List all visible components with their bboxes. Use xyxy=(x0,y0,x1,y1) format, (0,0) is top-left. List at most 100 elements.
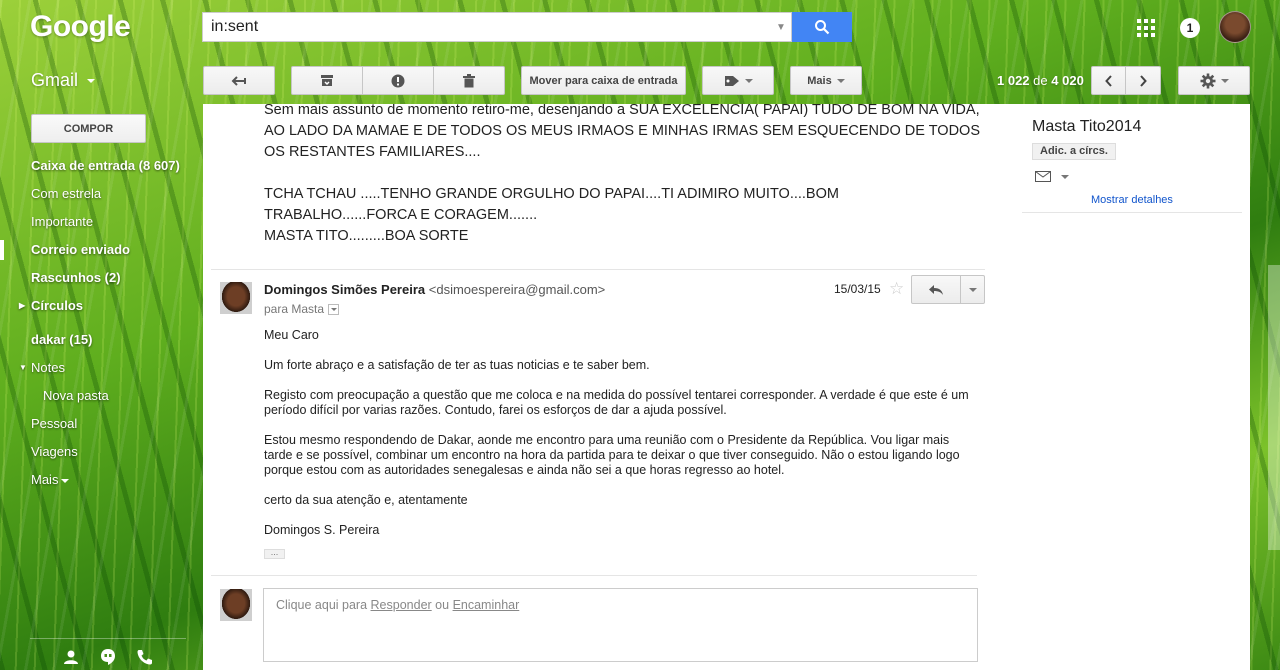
collapse-triangle-icon[interactable]: ▼ xyxy=(19,354,27,382)
sidebar-item-label: dakar (15) xyxy=(31,332,93,347)
chevron-down-icon xyxy=(744,78,753,83)
quick-reply-box[interactable]: Clique aqui para Responder ou Encaminhar xyxy=(263,588,978,662)
sidebar-item-nova-pasta[interactable]: Nova pasta xyxy=(0,382,200,410)
sidebar-item-label: Viagens xyxy=(31,444,78,459)
sidebar-item-inbox[interactable]: Caixa de entrada (8 607) xyxy=(0,152,200,180)
show-trimmed-content-button[interactable]: ... xyxy=(264,548,285,559)
envelope-icon[interactable] xyxy=(1035,171,1051,182)
recipient-text: para Masta xyxy=(264,302,325,316)
google-logo[interactable]: Google xyxy=(30,10,131,44)
current-user-avatar xyxy=(220,589,252,621)
search-options-caret-icon[interactable]: ▼ xyxy=(771,22,791,33)
forward-link[interactable]: Encaminhar xyxy=(453,598,520,612)
message-paragraph: certo da sua atenção e, atentamente xyxy=(264,493,468,507)
chevron-left-icon xyxy=(1104,74,1112,87)
sidebar-item-starred[interactable]: Com estrela xyxy=(0,180,200,208)
message-separator xyxy=(211,269,985,270)
sidebar-item-dakar[interactable]: dakar (15) xyxy=(0,326,200,354)
back-button[interactable] xyxy=(203,66,275,95)
search-button[interactable] xyxy=(792,12,852,42)
delete-button[interactable] xyxy=(434,66,505,95)
sidebar-item-label: Com estrela xyxy=(31,186,102,201)
sidebar-item-label: Correio enviado xyxy=(31,242,130,257)
sidebar-item-drafts[interactable]: Rascunhos (2) xyxy=(0,264,200,292)
reply-arrow-icon xyxy=(929,284,943,295)
message-paragraph: Meu Caro xyxy=(264,328,319,342)
show-details-caret[interactable] xyxy=(328,303,340,315)
reply-prefix: Clique aqui para xyxy=(276,598,368,612)
chevron-down-icon xyxy=(1220,78,1229,83)
sidebar-item-label: Caixa de entrada (8 607) xyxy=(31,158,180,173)
sender-avatar[interactable] xyxy=(220,282,252,314)
more-label: Mais xyxy=(807,74,832,87)
chevron-down-icon[interactable] xyxy=(1061,174,1069,179)
chevron-right-icon xyxy=(1140,74,1147,87)
settings-button[interactable] xyxy=(1178,66,1250,95)
apps-grid-icon[interactable] xyxy=(1137,19,1155,37)
pagination-group xyxy=(1091,66,1161,95)
search-input[interactable] xyxy=(203,13,771,41)
older-button[interactable] xyxy=(1126,66,1161,95)
add-to-circles-button[interactable]: Adic. a círcs. xyxy=(1032,143,1116,160)
contacts-person-icon[interactable] xyxy=(62,648,80,666)
show-details-link[interactable]: Mostrar detalhes xyxy=(1091,194,1173,206)
reply-options-button[interactable] xyxy=(961,275,985,304)
sidebar-item-sent[interactable]: Correio enviado xyxy=(0,236,200,264)
recipient-line: para Masta xyxy=(264,302,340,316)
expand-triangle-icon[interactable]: ▶ xyxy=(19,292,25,320)
sidebar-item-label: Círculos xyxy=(31,298,84,313)
sidebar-item-important[interactable]: Importante xyxy=(0,208,200,236)
report-spam-button[interactable] xyxy=(363,66,434,95)
message-paragraph: Domingos S. Pereira xyxy=(264,523,380,537)
hangouts-icon[interactable] xyxy=(99,648,117,666)
gmail-menu[interactable]: Gmail xyxy=(31,70,96,91)
sidebar-item-circles[interactable]: ▶ Círculos xyxy=(0,292,200,320)
sidebar-item-label: Importante xyxy=(31,214,94,229)
count-range: 1 022 xyxy=(997,73,1030,88)
account-avatar[interactable] xyxy=(1219,11,1251,43)
sidebar-item-label: Notes xyxy=(31,360,65,375)
sidebar-item-notes[interactable]: ▼ Notes xyxy=(0,354,200,382)
sender-email: <dsimoespereira@gmail.com> xyxy=(428,282,606,297)
sidebar-item-more[interactable]: Mais xyxy=(0,466,200,494)
sidebar-item-pessoal[interactable]: Pessoal xyxy=(0,410,200,438)
message-separator xyxy=(211,575,977,576)
sidebar-item-viagens[interactable]: Viagens xyxy=(0,438,200,466)
chevron-down-icon xyxy=(61,478,70,483)
compose-button[interactable]: COMPOR xyxy=(31,114,146,143)
contact-mail-actions xyxy=(1035,171,1069,182)
archive-button[interactable] xyxy=(291,66,363,95)
count-total: 4 020 xyxy=(1051,73,1084,88)
newer-button[interactable] xyxy=(1091,66,1126,95)
sidebar-item-label: Nova pasta xyxy=(43,388,109,403)
archive-icon xyxy=(321,75,333,86)
sender-name[interactable]: Domingos Simões Pereira xyxy=(264,282,425,297)
message-body: Meu Caro Um forte abraço e a satisfação … xyxy=(264,328,974,553)
chevron-down-icon xyxy=(330,307,337,311)
gmail-label: Gmail xyxy=(31,70,79,90)
labels-button[interactable] xyxy=(702,66,774,95)
contact-panel-separator xyxy=(1022,212,1242,213)
reply-link[interactable]: Responder xyxy=(371,598,432,612)
chevron-down-icon xyxy=(836,78,845,83)
sidebar-bottom-icons xyxy=(62,648,154,666)
previous-message-body: Sem mais assunto de momento retiro-me, d… xyxy=(264,104,981,244)
reply-button-group xyxy=(911,275,985,304)
star-icon[interactable]: ☆ xyxy=(889,279,904,299)
trash-icon xyxy=(463,73,475,87)
message-paragraph: Um forte abraço e a satisfação de ter as… xyxy=(264,358,650,372)
more-button[interactable]: Mais xyxy=(790,66,862,95)
sidebar-divider xyxy=(30,638,186,639)
notification-badge[interactable]: 1 xyxy=(1180,18,1200,38)
message-date: 15/03/15 xyxy=(834,282,881,296)
move-to-inbox-button[interactable]: Mover para caixa de entrada xyxy=(521,66,686,95)
sidebar-item-label: Mais xyxy=(31,472,59,487)
sidebar-item-label: Pessoal xyxy=(31,416,78,431)
search-box[interactable]: ▼ xyxy=(202,12,792,42)
reply-button[interactable] xyxy=(911,275,961,304)
count-of: de xyxy=(1033,73,1048,88)
page-scrollbar[interactable] xyxy=(1268,265,1280,550)
phone-icon[interactable] xyxy=(136,648,154,666)
message-paragraph: Estou mesmo respondendo de Dakar, aonde … xyxy=(264,433,960,477)
sender-line: Domingos Simões Pereira <dsimoespereira@… xyxy=(264,282,605,297)
